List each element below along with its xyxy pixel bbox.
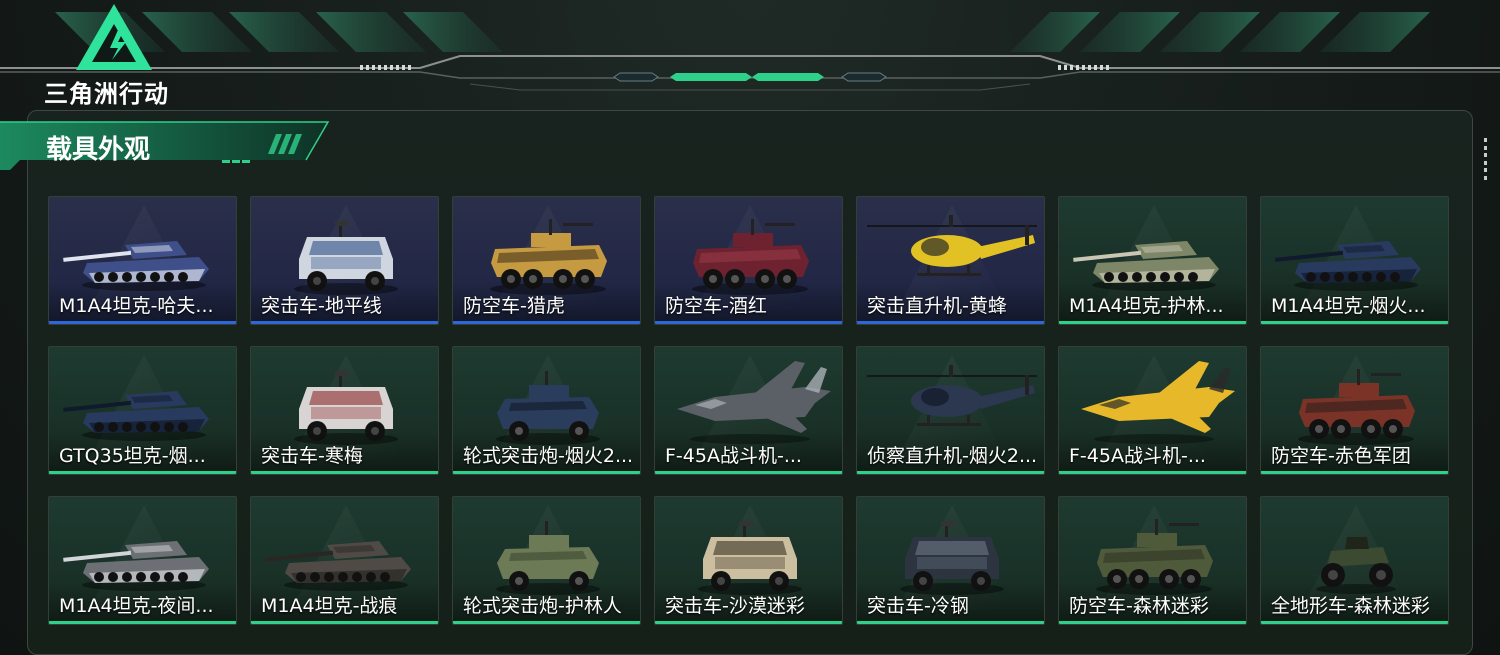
vehicle-skin-name: F-45A战斗机-... (665, 445, 802, 467)
vehicle-skin-card[interactable]: 突击车-冷钢 (856, 496, 1045, 625)
vehicle-skin-card[interactable]: GTQ35坦克-烟... (48, 346, 237, 475)
vehicle-skin-card[interactable]: 轮式突击炮-护林人 (452, 496, 641, 625)
rarity-bar (857, 471, 1044, 474)
vehicle-skin-card[interactable]: 防空车-猎虎 (452, 196, 641, 325)
vehicle-skin-card[interactable]: M1A4坦克-护林... (1058, 196, 1247, 325)
vehicle-skin-name: 突击车-寒梅 (261, 445, 363, 467)
rarity-bar (453, 321, 640, 324)
vehicle-skin-card[interactable]: M1A4坦克-战痕 (250, 496, 439, 625)
logo-text: 三角洲行动 (44, 80, 169, 108)
vehicle-skin-name: 突击车-沙漠迷彩 (665, 595, 805, 617)
rarity-bar (453, 621, 640, 624)
game-logo: 三角洲行动 (44, 0, 184, 108)
vehicle-skin-name: 全地形车-森林迷彩 (1271, 595, 1430, 617)
vehicle-skin-name: M1A4坦克-哈夫... (59, 295, 214, 317)
vehicle-skin-card[interactable]: M1A4坦克-夜间... (48, 496, 237, 625)
rarity-bar (1059, 321, 1246, 324)
vehicle-skin-name: M1A4坦克-烟火... (1271, 295, 1426, 317)
rarity-bar (1059, 621, 1246, 624)
top-header: 三角洲行动 (0, 0, 1500, 110)
vehicle-skin-name: 突击车-冷钢 (867, 595, 969, 617)
rarity-bar (655, 321, 842, 324)
rarity-bar (1261, 471, 1448, 474)
rarity-bar (49, 321, 236, 324)
vehicle-skin-grid: M1A4坦克-哈夫... 突击车-地平线 防空车-猎虎 防空车-酒红 突击直升机… (48, 196, 1449, 625)
more-menu-icon[interactable] (1484, 138, 1488, 180)
rarity-bar (655, 471, 842, 474)
vehicle-skin-name: 突击车-地平线 (261, 295, 382, 317)
vehicle-skin-card[interactable]: 突击车-寒梅 (250, 346, 439, 475)
vehicle-skin-name: 防空车-酒红 (665, 295, 767, 317)
vehicle-skin-name: 防空车-森林迷彩 (1069, 595, 1209, 617)
section-header: 载具外观 (0, 120, 330, 176)
delta-logo-icon (76, 4, 152, 70)
rarity-bar (1059, 471, 1246, 474)
vehicle-skin-name: 侦察直升机-烟火2... (867, 445, 1038, 467)
vehicle-skin-name: 防空车-猎虎 (463, 295, 565, 317)
vehicle-skin-card[interactable]: 侦察直升机-烟火2... (856, 346, 1045, 475)
rarity-bar (49, 471, 236, 474)
vehicle-skin-card[interactable]: 突击车-沙漠迷彩 (654, 496, 843, 625)
vehicle-skin-name: 轮式突击炮-护林人 (463, 595, 622, 617)
vehicle-skin-card[interactable]: 突击车-地平线 (250, 196, 439, 325)
vehicle-skin-card[interactable]: 全地形车-森林迷彩 (1260, 496, 1449, 625)
rarity-bar (857, 621, 1044, 624)
rarity-bar (251, 471, 438, 474)
vehicle-skin-card[interactable]: 防空车-赤色军团 (1260, 346, 1449, 475)
rarity-bar (857, 321, 1044, 324)
header-frame-decoration (0, 12, 1500, 91)
rarity-bar (1261, 621, 1448, 624)
vehicle-skin-name: GTQ35坦克-烟... (59, 445, 206, 467)
vehicle-skin-name: M1A4坦克-战痕 (261, 595, 398, 617)
vehicle-skin-card[interactable]: M1A4坦克-哈夫... (48, 196, 237, 325)
rarity-bar (655, 621, 842, 624)
section-title: 载具外观 (46, 135, 151, 165)
vehicle-skin-name: M1A4坦克-护林... (1069, 295, 1224, 317)
vehicle-skin-card[interactable]: 防空车-森林迷彩 (1058, 496, 1247, 625)
vehicle-skin-name: F-45A战斗机-... (1069, 445, 1206, 467)
vehicle-skin-name: M1A4坦克-夜间... (59, 595, 214, 617)
vehicle-skin-card[interactable]: F-45A战斗机-... (654, 346, 843, 475)
rarity-bar (1261, 321, 1448, 324)
vehicle-skin-name: 突击直升机-黄蜂 (867, 295, 1007, 317)
rarity-bar (49, 621, 236, 624)
vehicle-skin-card[interactable]: 突击直升机-黄蜂 (856, 196, 1045, 325)
vehicle-skin-card[interactable]: F-45A战斗机-... (1058, 346, 1247, 475)
rarity-bar (251, 621, 438, 624)
vehicle-skin-card[interactable]: 防空车-酒红 (654, 196, 843, 325)
vehicle-skin-name: 防空车-赤色军团 (1271, 445, 1411, 467)
vehicle-skin-card[interactable]: 轮式突击炮-烟火2... (452, 346, 641, 475)
rarity-bar (453, 471, 640, 474)
vehicle-skin-name: 轮式突击炮-烟火2... (463, 445, 634, 467)
vehicle-skin-card[interactable]: M1A4坦克-烟火... (1260, 196, 1449, 325)
rarity-bar (251, 321, 438, 324)
